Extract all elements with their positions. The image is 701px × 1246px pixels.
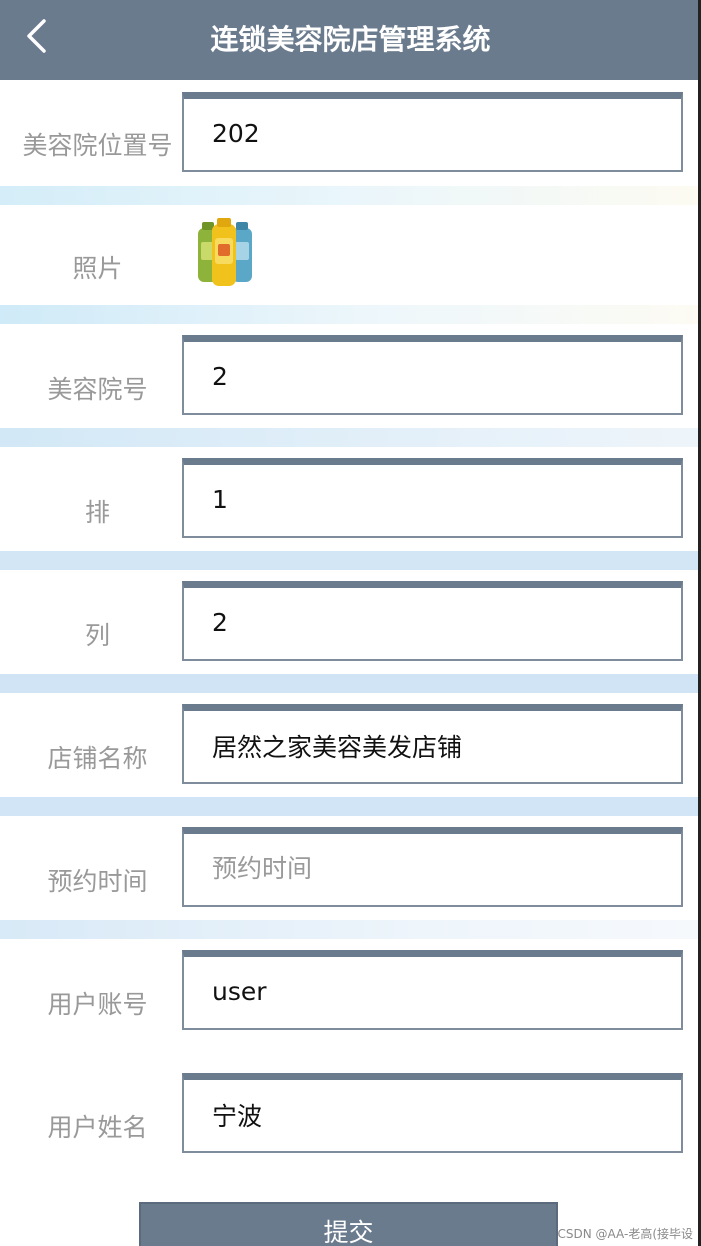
salon-no-field[interactable] [182,335,683,415]
row-number-input[interactable] [184,465,681,536]
user-name-field[interactable] [182,1073,683,1153]
shop-name-input[interactable] [184,711,681,782]
salon-no-input[interactable] [184,342,681,413]
top-bar: 连锁美容院店管理系统 [0,0,701,80]
shop-name-field[interactable] [182,704,683,784]
user-name-input[interactable] [184,1080,681,1151]
field-label: 预约时间 [47,867,148,896]
row-divider [0,551,701,570]
form-row-user-name: 用户姓名 [0,1062,701,1185]
form-row-appointment-time: 预约时间 [0,816,701,920]
user-account-field[interactable] [182,950,683,1030]
row-divider [0,305,701,324]
appointment-time-field[interactable] [182,827,683,907]
location-no-field[interactable] [182,92,683,172]
user-account-input[interactable] [184,957,681,1028]
appointment-time-input[interactable] [184,834,681,905]
field-label: 美容院号 [47,375,148,404]
row-divider [0,186,701,205]
form-row-row-number: 排 [0,447,701,551]
watermark: CSDN @AA-老高(接毕设 [557,1227,693,1241]
field-label: 用户姓名 [47,1113,148,1142]
form-row-user-account: 用户账号 [0,939,701,1062]
form-row-location-no: 美容院位置号 [0,90,701,186]
row-divider [0,674,701,693]
form-row-salon-no: 美容院号 [0,324,701,428]
form-row-column-number: 列 [0,570,701,674]
submit-button[interactable]: 提交 [139,1202,558,1246]
field-label: 排 [84,498,110,527]
field-label: 美容院位置号 [22,131,173,160]
row-divider [0,920,701,939]
column-number-input[interactable] [184,588,681,659]
row-divider [0,797,701,816]
page-title: 连锁美容院店管理系统 [210,23,491,56]
row-divider [0,428,701,447]
field-label: 照片 [72,254,123,283]
back-button[interactable] [18,18,54,58]
row-number-field[interactable] [182,458,683,538]
field-label: 列 [84,621,110,650]
field-label: 店铺名称 [47,744,148,773]
form-row-shop-name: 店铺名称 [0,693,701,797]
field-label: 用户账号 [47,990,148,1019]
location-no-input[interactable] [184,99,681,170]
page: 连锁美容院店管理系统 美容院位置号 照片 美容院号 [0,0,701,1246]
form-row-photo: 照片 [0,205,701,305]
column-number-field[interactable] [182,581,683,661]
chevron-left-icon [24,18,48,58]
shampoo-bottles-image[interactable] [192,216,262,290]
